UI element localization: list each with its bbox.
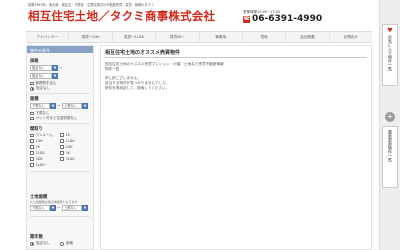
phone-number[interactable]: 06-6391-4990 [252,14,322,24]
area-label: 面積 [30,97,39,102]
price-min-select[interactable]: 指定なし [30,65,52,71]
chevron-down-icon[interactable]: ▼ [50,205,56,211]
madori-checkbox[interactable]: 1LDK [60,139,75,143]
chevron-down-icon[interactable]: ▼ [82,103,88,109]
building-age-label: 築年数 [30,235,43,240]
global-nav: アドバンサー 賃貸一LDK 賃貸一1LDK 賃貸3K~ 事業用 貸地 会社概要 … [26,31,372,43]
land-area-note: ※土地面積は登記簿面積となります [30,200,78,204]
favorites-tab[interactable]: ♥ お気に入り物件一覧 [382,24,398,86]
no-results-hint: 条件を再設定して、検索してください。 [105,86,170,90]
chevron-down-icon[interactable]: ▼ [50,103,56,109]
land-min-select[interactable]: 下限なし [30,205,50,211]
nav-item-business[interactable]: 事業用 [200,32,243,42]
nav-item-rent-1ldk[interactable]: 賃貸一LDK [69,32,113,42]
price-max-select[interactable]: 指定なし [30,73,52,79]
madori-checkbox[interactable]: 3K [60,151,70,155]
nav-item-rent-3k[interactable]: 賃貸3K~ [156,32,200,42]
madori-checkbox[interactable]: 2DK [60,145,73,149]
chevron-down-icon[interactable]: ▼ [52,65,58,71]
area-check-2[interactable]: ペット可など住居制限なし [30,116,78,121]
area-max-select[interactable]: 上限なし [62,103,82,109]
telephone-icon: ☎ [243,15,250,23]
listing-heading: 物件一覧 [105,67,120,71]
madori-checkbox[interactable]: 2K [30,145,40,149]
madori-checkbox[interactable]: 1DK [30,139,43,143]
intro-text: 相互住宅土地のオススメ売買マンション・戸建・土地など売買不動産情報 [105,62,224,66]
madori-checkbox[interactable]: 3LDK [60,157,75,161]
site-tagline: 創業1983年。東大阪・東住吉・平野区・生野区周辺の不動産売買・賃貸・管理のタク… [28,3,155,7]
age-new-radio[interactable]: 新築 [60,241,73,246]
madori-checkbox[interactable]: 4LDK~ [30,163,48,167]
nav-item-land[interactable]: 貸地 [243,32,287,42]
madori-checkbox[interactable]: 2LDK [30,151,45,155]
nav-item-company[interactable]: 会社概要 [286,32,330,42]
search-panel: 物件の条件 価格 指定なし ▼ ~ 指定なし ▼ 管理費を含む 指定なし 面積 … [26,45,94,250]
nav-item-advancer[interactable]: アドバンサー [26,32,70,42]
phone-contact[interactable]: ☎ 06-6391-4990 [243,14,322,24]
nav-item-contact[interactable]: お問合せ [330,32,372,42]
area-min-select[interactable]: 下限なし [30,103,50,109]
title-divider [105,57,367,58]
latest-updates-tab[interactable]: 最新更新物件一覧 [382,126,398,188]
main-content: 相互住宅土地のオススメ売買物件 相互住宅土地のオススメ売買マンション・戸建・土地… [100,45,372,250]
madori-checkbox[interactable]: ワンルーム [30,133,53,138]
search-panel-header: 物件の条件 [27,46,93,53]
page-title: 相互住宅土地のオススメ売買物件 [105,50,181,56]
land-max-select[interactable]: 上限なし [62,205,82,211]
chevron-down-icon[interactable]: ▼ [82,205,88,211]
plus-icon[interactable]: + [385,112,395,122]
heart-icon: ♥ [387,27,393,34]
nav-item-rent-1ldk-2[interactable]: 賃貸一1LDK [113,32,157,42]
right-sidebar: ♥ お気に入り物件一覧 + 最新更新物件一覧 [379,0,400,250]
madori-checkbox[interactable]: 3DK [30,157,43,161]
chevron-down-icon[interactable]: ▼ [52,73,58,79]
price-label: 価格 [30,59,39,64]
madori-checkbox[interactable]: 1K [60,133,70,137]
price-none-radio[interactable]: 指定なし [30,86,50,91]
madori-label: 間取り [30,127,43,132]
age-none-radio[interactable]: 指定なし [30,241,50,246]
company-logo[interactable]: 相互住宅土地／タクミ商事株式会社 [28,8,215,24]
